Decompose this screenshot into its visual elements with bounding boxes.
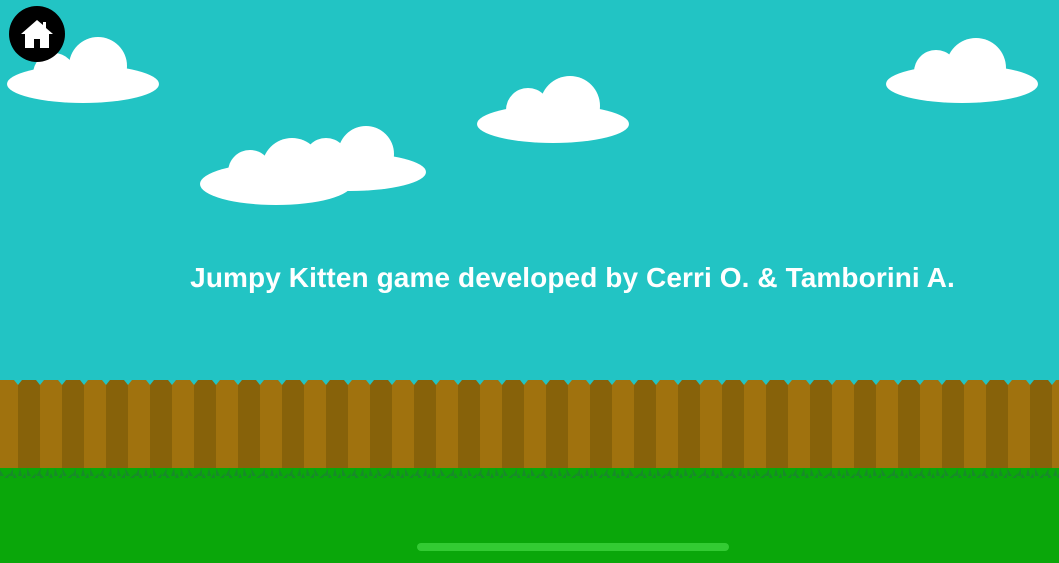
fence-picket [238, 380, 260, 473]
cloud [477, 76, 629, 143]
fence-picket [348, 380, 370, 473]
fence-picket [832, 380, 854, 473]
fence-picket [700, 380, 722, 473]
fence-picket [854, 380, 876, 473]
fence-picket [876, 380, 898, 473]
fence-picket [106, 380, 128, 473]
fence-picket [1052, 380, 1059, 473]
fence-picket [546, 380, 568, 473]
game-scene: Jumpy Kitten game developed by Cerri O. … [0, 0, 1059, 563]
fence-picket [920, 380, 942, 473]
fence-picket [194, 380, 216, 473]
fence-picket [282, 380, 304, 473]
fence-picket [898, 380, 920, 473]
fence-picket [1008, 380, 1030, 473]
fence-picket [172, 380, 194, 473]
fence-picket [414, 380, 436, 473]
fence-picket [18, 380, 40, 473]
fence-picket [304, 380, 326, 473]
fence-picket [986, 380, 1008, 473]
cloud [886, 38, 1038, 103]
fence-picket [216, 380, 238, 473]
fence-picket [480, 380, 502, 473]
fence-picket [458, 380, 480, 473]
fence-picket [810, 380, 832, 473]
fence-picket [942, 380, 964, 473]
fence-picket [524, 380, 546, 473]
fence-picket [62, 380, 84, 473]
fence-picket [766, 380, 788, 473]
fence-picket [260, 380, 282, 473]
fence-picket [964, 380, 986, 473]
fence-picket [634, 380, 656, 473]
fence-picket [590, 380, 612, 473]
fence-picket [392, 380, 414, 473]
fence-picket [568, 380, 590, 473]
fence-picket [150, 380, 172, 473]
fence-picket [788, 380, 810, 473]
fence-picket [722, 380, 744, 473]
fence-picket [370, 380, 392, 473]
fence-picket [128, 380, 150, 473]
fence-picket [84, 380, 106, 473]
fence-picket [502, 380, 524, 473]
home-indicator-bar[interactable] [417, 543, 729, 551]
fence-picket [436, 380, 458, 473]
fence-picket [678, 380, 700, 473]
fence-picket [656, 380, 678, 473]
fence-picket [0, 380, 18, 473]
fence [0, 380, 1059, 473]
fence-picket [1030, 380, 1052, 473]
cloud [200, 126, 426, 205]
fence-picket [40, 380, 62, 473]
home-button[interactable] [9, 6, 65, 62]
fence-picket [326, 380, 348, 473]
fence-picket [744, 380, 766, 473]
credits-text: Jumpy Kitten game developed by Cerri O. … [190, 262, 955, 293]
home-icon [21, 20, 53, 48]
fence-picket [612, 380, 634, 473]
